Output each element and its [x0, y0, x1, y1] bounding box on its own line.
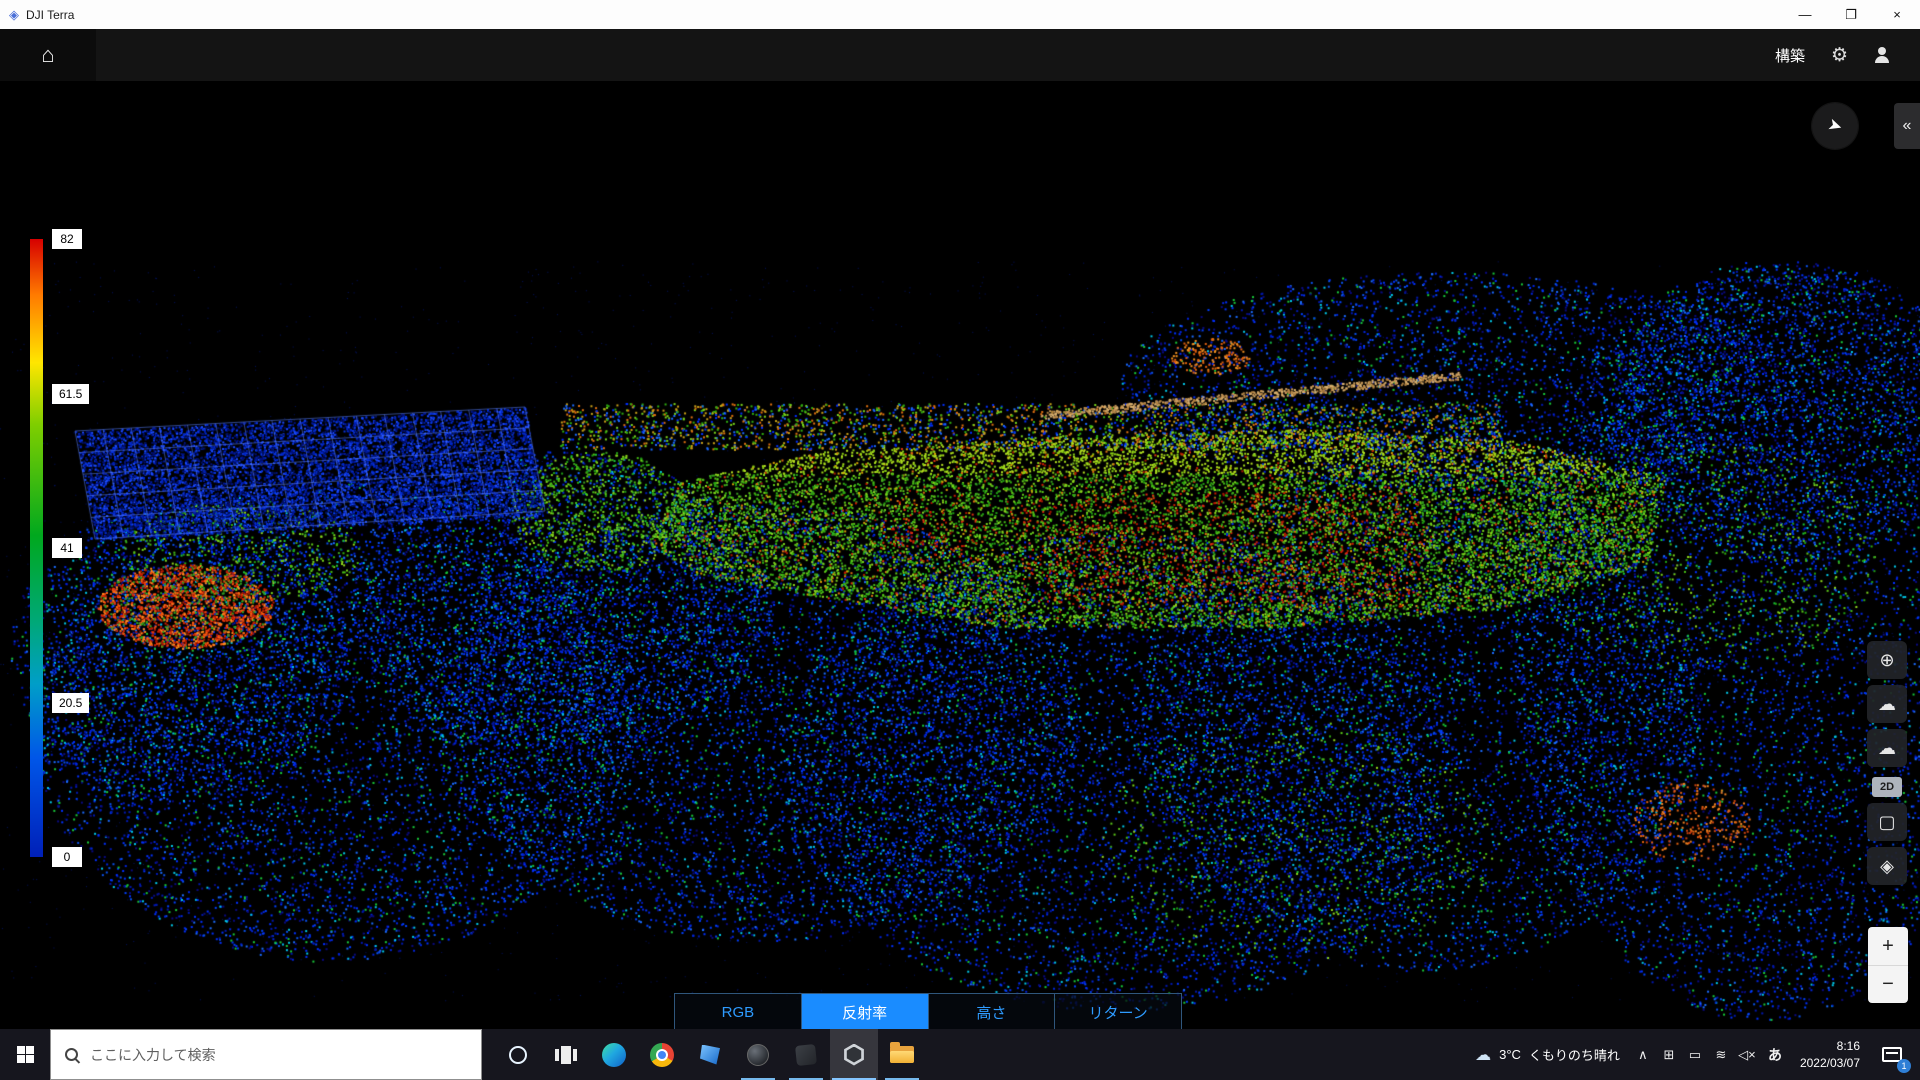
tray-app-icon[interactable]: ⊞ — [1656, 1047, 1682, 1063]
home-icon: ⌂ — [41, 42, 54, 68]
legend-tick-0: 0 — [52, 847, 82, 867]
legend-tick-82: 82 — [52, 229, 82, 249]
volume-muted-icon[interactable]: ◁× — [1734, 1047, 1760, 1063]
user-account-icon[interactable] — [1874, 47, 1890, 63]
cube-solid-icon[interactable]: ◈ — [1867, 847, 1907, 885]
legend-gradient-bar — [30, 239, 43, 857]
close-button[interactable]: × — [1874, 0, 1920, 29]
taskbar-icon-app-dark[interactable] — [782, 1029, 830, 1080]
windows-taskbar: ここに入力して検索 ☁ 3°C くもりのち晴れ ∧⊞▭≋◁× あ 8:16 20… — [0, 1029, 1920, 1080]
taskbar-icon-chrome[interactable] — [638, 1029, 686, 1080]
taskbar-search-input[interactable]: ここに入力して検索 — [50, 1029, 482, 1080]
cursor-arrow-icon: ➤ — [1825, 114, 1845, 137]
tab-return[interactable]: リターン — [1055, 994, 1181, 1029]
dji-terra-icon — [843, 1044, 865, 1066]
taskbar-clock[interactable]: 8:16 2022/03/07 — [1790, 1038, 1870, 1070]
viewport-3d: 82 61.5 41 20.5 0 ➤ « ⊕ ☁ ☁ 2D ▢ ◈ + − RGB反射率高さリタ… — [0, 81, 1920, 1029]
legend-tick-20.5: 20.5 — [52, 693, 89, 713]
network-icon[interactable]: ≋ — [1708, 1047, 1734, 1063]
settings-gear-icon[interactable]: ⚙ — [1831, 44, 1848, 67]
orbit-view-icon[interactable]: ⊕ — [1867, 641, 1907, 679]
taskbar-icon-app-circle[interactable] — [734, 1029, 782, 1080]
weather-temp: 3°C — [1499, 1047, 1521, 1062]
tab-height[interactable]: 高さ — [929, 994, 1056, 1029]
taskbar-icon-edge[interactable] — [590, 1029, 638, 1080]
taskbar-app-icons — [494, 1029, 926, 1080]
search-placeholder: ここに入力して検索 — [90, 1045, 216, 1065]
task-view-icon — [555, 1046, 577, 1064]
legend-tick-61.5: 61.5 — [52, 384, 89, 404]
ime-indicator[interactable]: あ — [1760, 1045, 1790, 1065]
point-cloud-shade-icon[interactable]: ☁ — [1867, 729, 1907, 767]
reflectance-legend: 8261.54120.50 — [30, 239, 150, 857]
clock-date: 2022/03/07 — [1800, 1055, 1860, 1071]
tab-rgb[interactable]: RGB — [675, 994, 802, 1029]
tab-reflectance[interactable]: 反射率 — [802, 994, 929, 1029]
tray-icons: ∧⊞▭≋◁× — [1630, 1047, 1760, 1063]
taskbar-icon-task-view[interactable] — [542, 1029, 590, 1080]
build-menu[interactable]: 構築 — [1775, 45, 1805, 66]
home-button[interactable]: ⌂ — [0, 29, 96, 81]
legend-tick-41: 41 — [52, 538, 82, 558]
chrome-icon — [650, 1043, 674, 1067]
windows-logo-icon — [17, 1046, 34, 1063]
zoom-controls: + − — [1868, 927, 1908, 1003]
cube-wireframe-icon[interactable]: ▢ — [1867, 803, 1907, 841]
start-button[interactable] — [0, 1029, 50, 1080]
app-toolbar: ⌂ 構築 ⚙ — [0, 29, 1920, 81]
render-mode-tabs: RGB反射率高さリターン — [674, 993, 1182, 1029]
clock-time: 8:16 — [1800, 1038, 1860, 1054]
window-title: DJI Terra — [26, 8, 74, 22]
point-cloud-canvas[interactable] — [0, 81, 1920, 1029]
taskbar-icon-app-blue[interactable] — [686, 1029, 734, 1080]
app-blue-icon — [700, 1045, 720, 1065]
edge-icon — [602, 1043, 626, 1067]
hidden-icons-chevron[interactable]: ∧ — [1630, 1047, 1656, 1063]
taskbar-icon-file-explorer[interactable] — [878, 1029, 926, 1080]
file-explorer-icon — [890, 1046, 914, 1063]
legend-tick-labels: 8261.54120.50 — [52, 239, 122, 857]
notification-center-button[interactable]: 1 — [1870, 1029, 1914, 1080]
weather-widget[interactable]: ☁ 3°C くもりのち晴れ — [1465, 1045, 1630, 1065]
appbar-right: 構築 ⚙ — [1775, 44, 1920, 67]
view-tool-stack: ⊕ ☁ ☁ 2D ▢ ◈ — [1866, 641, 1908, 885]
battery-icon[interactable]: ▭ — [1682, 1047, 1708, 1063]
orientation-compass-button[interactable]: ➤ — [1812, 103, 1858, 149]
app-logo-icon: ◈ — [9, 7, 19, 23]
window-controls: — ❐ × — [1782, 0, 1920, 29]
mode-2d-badge[interactable]: 2D — [1872, 777, 1902, 797]
collapse-panel-button[interactable]: « — [1894, 103, 1920, 149]
minimize-button[interactable]: — — [1782, 0, 1828, 29]
system-tray: ☁ 3°C くもりのち晴れ ∧⊞▭≋◁× あ 8:16 2022/03/07 1 — [1465, 1029, 1920, 1080]
search-icon — [65, 1048, 78, 1061]
app-dark-icon — [795, 1044, 817, 1066]
taskbar-icon-cortana[interactable] — [494, 1029, 542, 1080]
zoom-out-button[interactable]: − — [1868, 965, 1908, 1003]
zoom-in-button[interactable]: + — [1868, 927, 1908, 965]
weather-cloud-icon: ☁ — [1475, 1045, 1491, 1065]
notification-badge: 1 — [1897, 1059, 1911, 1073]
taskbar-icon-dji-terra[interactable] — [830, 1029, 878, 1080]
weather-desc: くもりのち晴れ — [1529, 1045, 1620, 1064]
maximize-button[interactable]: ❐ — [1828, 0, 1874, 29]
app-circle-icon — [747, 1044, 769, 1066]
title-bar: ◈ DJI Terra — ❐ × — [0, 0, 1920, 29]
cortana-icon — [509, 1046, 527, 1064]
point-cloud-view-icon[interactable]: ☁ — [1867, 685, 1907, 723]
